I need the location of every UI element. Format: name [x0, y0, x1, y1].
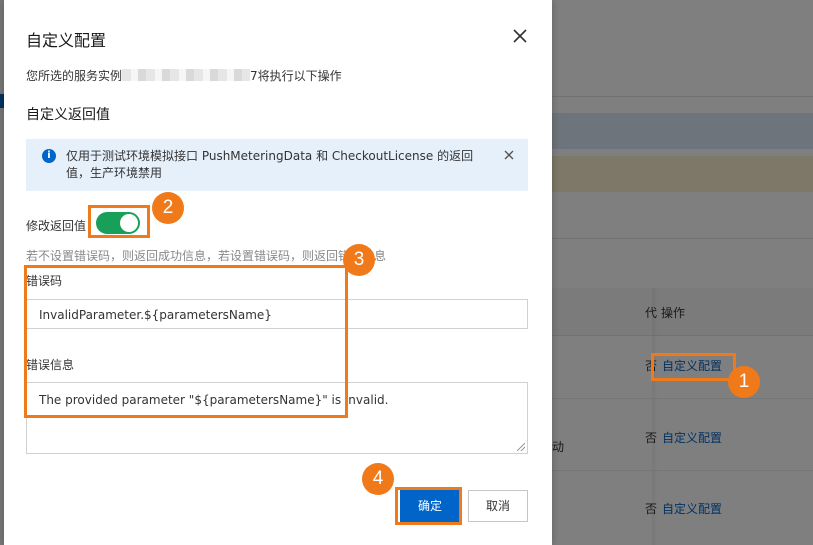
error-message-label: 错误信息 — [26, 358, 75, 372]
hint-text: 若不设置错误码，则返回成功信息，若设置错误码，则返回错误信息 — [26, 249, 387, 263]
description-prefix: 您所选的服务实例 — [26, 69, 123, 83]
annotation-badge: 2 — [152, 192, 184, 224]
section-title: 自定义返回值 — [26, 107, 110, 123]
annotation-badge: 1 — [728, 366, 760, 398]
description-suffix: 7将执行以下操作 — [250, 69, 342, 83]
annotation-badge: 4 — [362, 463, 394, 495]
close-icon[interactable] — [511, 27, 529, 45]
error-message-value: The provided parameter "${parametersName… — [39, 393, 389, 407]
resize-handle[interactable] — [517, 443, 525, 451]
error-code-input[interactable]: InvalidParameter.${parametersName} — [26, 299, 528, 329]
alert-close-icon[interactable] — [503, 149, 515, 161]
annotation-badge: 3 — [343, 244, 375, 276]
dialog-description: 您所选的服务实例 7将执行以下操作 — [26, 67, 342, 84]
switch-label: 修改返回值 — [26, 219, 87, 233]
alert-text: 仅用于测试环境模拟接口 PushMeteringData 和 CheckoutL… — [66, 149, 474, 180]
info-alert: i 仅用于测试环境模拟接口 PushMeteringData 和 Checkou… — [26, 139, 528, 191]
info-icon: i — [42, 149, 56, 163]
confirm-button[interactable]: 确定 — [400, 490, 460, 522]
toggle-knob — [120, 214, 138, 232]
modify-return-toggle[interactable] — [96, 212, 140, 234]
error-message-textarea[interactable]: The provided parameter "${parametersName… — [26, 382, 528, 454]
custom-config-dialog: 自定义配置 您所选的服务实例 7将执行以下操作 自定义返回值 i 仅用于测试环境模… — [4, 0, 552, 545]
cancel-button[interactable]: 取消 — [468, 490, 528, 522]
redacted-instance-id — [122, 69, 251, 81]
error-code-label: 错误码 — [26, 274, 63, 288]
dialog-title: 自定义配置 — [26, 31, 107, 50]
